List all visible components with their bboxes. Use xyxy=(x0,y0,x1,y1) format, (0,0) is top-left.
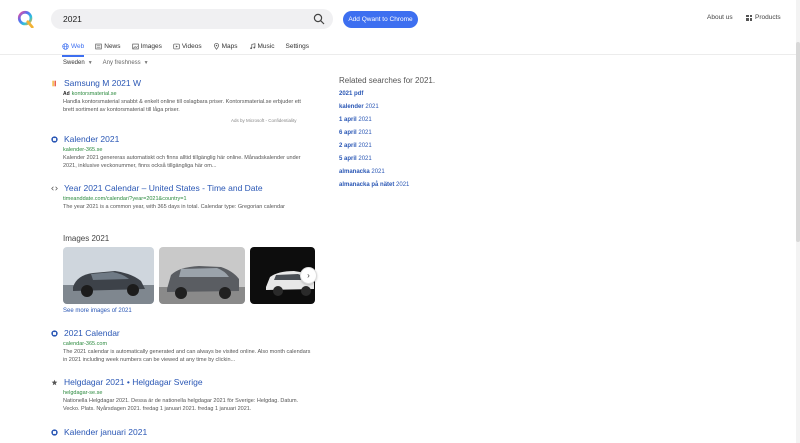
tab-videos[interactable]: Videos xyxy=(173,40,202,52)
result-title[interactable]: Helgdagar 2021 • Helgdagar Sverige xyxy=(64,377,203,387)
caret-down-icon: ▼ xyxy=(143,60,149,66)
tab-label: Videos xyxy=(181,42,202,50)
image-icon xyxy=(131,43,139,49)
calendar-favicon-icon xyxy=(51,329,58,337)
tab-news[interactable]: News xyxy=(95,40,121,52)
related-search-link[interactable]: 2 april 2021 xyxy=(339,143,372,149)
car-image-thumbnail[interactable] xyxy=(63,247,154,304)
ad-favicon-icon xyxy=(52,80,56,86)
music-icon xyxy=(249,42,255,49)
related-search-link[interactable]: 5 april 2021 xyxy=(339,156,372,162)
related-search-link[interactable]: 2021 pdf xyxy=(339,91,363,97)
search-icon[interactable] xyxy=(313,13,325,25)
result-item: Year 2021 Calendar – United States - Tim… xyxy=(51,183,311,212)
tab-settings[interactable]: Settings xyxy=(286,40,310,52)
tab-label: News xyxy=(104,42,121,50)
tab-label: Maps xyxy=(221,42,238,50)
related-searches-title: Related searches for 2021. xyxy=(339,76,436,85)
map-pin-icon xyxy=(213,42,219,50)
see-more-images-link[interactable]: See more images of 2021 xyxy=(63,308,132,314)
result-description: The 2021 calendar is automatically gener… xyxy=(63,349,311,363)
result-description: Handla kontorsmaterial snabbt & enkelt o… xyxy=(63,99,301,113)
search-input[interactable] xyxy=(63,11,303,27)
ad-result: Samsung M 2021 W Ad kontorsmaterial.se Ha… xyxy=(51,78,311,114)
related-search-link[interactable]: 6 april 2021 xyxy=(339,130,372,136)
result-title[interactable]: Kalender 2021 xyxy=(64,134,119,144)
header: Add Qwant to Chrome About us Products xyxy=(0,0,800,37)
globe-icon xyxy=(62,42,69,50)
freshness-filter[interactable]: Any freshness ▼ xyxy=(103,60,149,66)
tab-music[interactable]: Music xyxy=(249,40,275,52)
related-search-link[interactable]: almanacka på nätet 2021 xyxy=(339,182,409,188)
result-url[interactable]: kalender-365.se xyxy=(63,147,102,153)
add-to-chrome-button[interactable]: Add Qwant to Chrome xyxy=(343,11,418,28)
tab-label: Settings xyxy=(285,42,310,50)
related-search-link[interactable]: kalender 2021 xyxy=(339,104,379,110)
related-search-link[interactable]: almanacka 2021 xyxy=(339,169,385,175)
freshness-label: Any freshness xyxy=(102,60,141,66)
tab-maps[interactable]: Maps xyxy=(213,40,238,52)
result-item: Kalender januari 2021 xyxy=(51,427,311,437)
result-title[interactable]: 2021 Calendar xyxy=(64,328,120,338)
qwant-logo[interactable] xyxy=(17,10,35,28)
result-title[interactable]: Year 2021 Calendar – United States - Tim… xyxy=(64,183,263,193)
page-scrollbar[interactable] xyxy=(796,0,800,443)
result-item: Helgdagar 2021 • Helgdagar Sverige helgd… xyxy=(51,377,311,413)
result-item: Kalender 2021 kalender-365.se Kalender 2… xyxy=(51,134,311,170)
ads-by-microsoft-link[interactable]: Ads by Microsoft - Confidentiality xyxy=(231,118,297,123)
tab-label: Images xyxy=(140,42,162,50)
result-url[interactable]: kontorsmaterial.se xyxy=(72,91,117,97)
grid-icon xyxy=(746,14,752,21)
result-title[interactable]: Kalender januari 2021 xyxy=(64,427,147,437)
scrollbar-thumb[interactable] xyxy=(796,42,800,242)
region-label: Sweden xyxy=(63,60,85,66)
ad-badge: Ad xyxy=(63,91,70,97)
products-link[interactable]: Products xyxy=(746,14,781,21)
suv-image-thumbnail[interactable] xyxy=(159,247,245,304)
about-us-link[interactable]: About us xyxy=(707,14,733,21)
related-search-link[interactable]: 1 april 2021 xyxy=(339,117,372,123)
chevron-right-icon: › xyxy=(307,271,310,280)
result-description: Kalender 2021 genereras automatiskt och … xyxy=(63,155,301,169)
tab-images[interactable]: Images xyxy=(131,40,162,52)
result-title[interactable]: Samsung M 2021 W xyxy=(64,78,141,88)
images-section-title: Images 2021 xyxy=(63,234,110,243)
calendar-favicon-icon xyxy=(51,428,58,436)
related-searches-list: 2021 pdf kalender 2021 1 april 2021 6 ap… xyxy=(339,91,409,195)
star-favicon-icon xyxy=(51,379,58,385)
video-icon xyxy=(173,43,180,49)
caret-down-icon: ▼ xyxy=(87,60,93,66)
result-item: 2021 Calendar calendar-365.com The 2021 … xyxy=(51,328,311,364)
code-favicon-icon xyxy=(51,186,58,190)
tab-label: Web xyxy=(71,42,85,50)
next-images-button[interactable]: › xyxy=(300,267,317,284)
result-url[interactable]: timeanddate.com/calendar/?year=2021&coun… xyxy=(63,196,187,202)
tab-web[interactable]: Web xyxy=(62,40,85,57)
search-bar[interactable] xyxy=(51,9,333,29)
result-url[interactable]: calendar-365.com xyxy=(63,341,107,347)
calendar-favicon-icon xyxy=(51,135,58,143)
search-tabs: Web News Images Videos Maps Music Settin… xyxy=(62,40,310,57)
news-icon xyxy=(95,43,102,49)
tabs-divider xyxy=(0,54,800,55)
result-description: The year 2021 is a common year, with 365… xyxy=(63,204,285,210)
region-filter[interactable]: Sweden ▼ xyxy=(63,60,93,66)
products-label: Products xyxy=(755,14,781,21)
tab-label: Music xyxy=(257,42,275,50)
result-url[interactable]: helgdagar-se.se xyxy=(63,390,102,396)
filters-bar: Sweden ▼ Any freshness ▼ xyxy=(63,60,149,66)
result-description: Nationella Helgdagar 2021. Dessa är de n… xyxy=(63,398,299,412)
